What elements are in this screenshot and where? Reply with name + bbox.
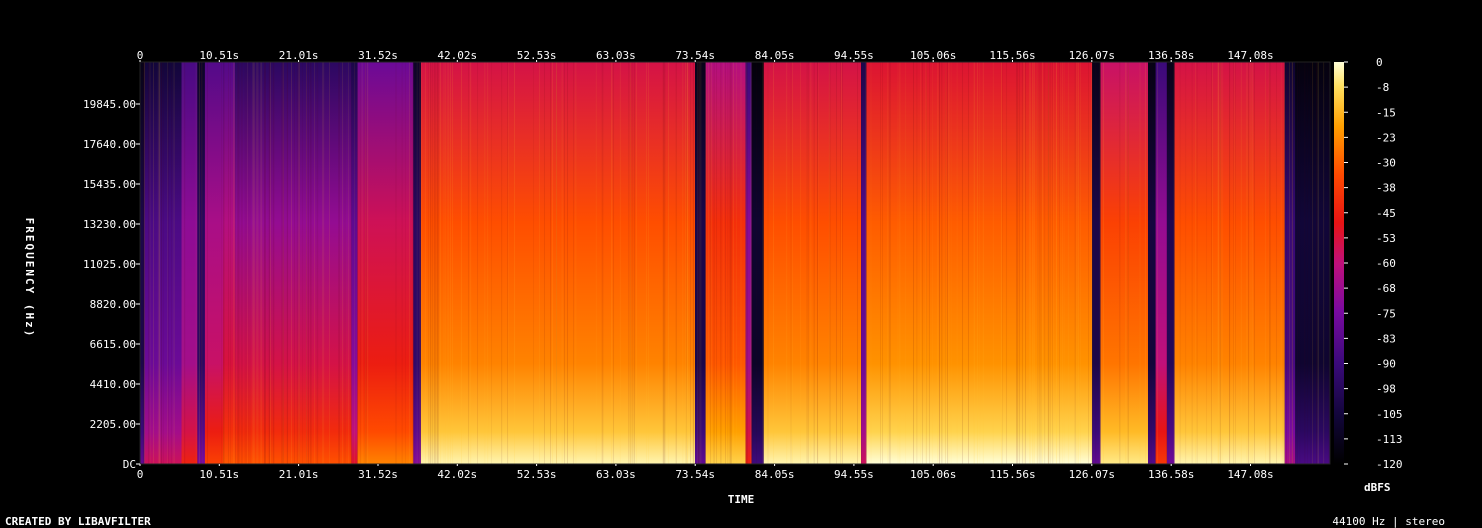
colorbar-gradient (1334, 62, 1344, 464)
colorbar-tick-label: -120 (1376, 458, 1403, 471)
x-tick-label: 105.06s (910, 468, 956, 481)
colorbar-tick-label: -113 (1376, 433, 1403, 446)
x-tick-label: 42.02s (437, 468, 477, 481)
colorbar: 0 -8 -15 -23 -30 -38 -45 -53 -60 -68 -75 -83 -90 -98 -… (1334, 56, 1403, 494)
x-tick-label: 147.08s (1227, 468, 1273, 481)
spectrogram-segment (197, 62, 205, 464)
colorbar-tick-label: -15 (1376, 106, 1396, 119)
colorbar-tick-label: -38 (1376, 182, 1396, 195)
y-axis-title: FREQUENCY (Hz) (23, 218, 36, 339)
y-tick-label: 13230.00 (83, 218, 136, 231)
colorbar-tick-label: -23 (1376, 131, 1396, 144)
spectrogram-segment (866, 62, 1093, 464)
spectrogram-chart: 0 10.51s 21.01s 31.52s 42.02s 52.53s 63.03s 73.… (5, 49, 1445, 528)
x-axis-bottom: 0 10.51s 21.01s 31.52s 42.02s 52.53s 63.03s 73.… (137, 464, 1274, 481)
x-tick-label: 52.53s (517, 468, 557, 481)
x-tick-label: 136.58s (1148, 468, 1194, 481)
x-tick-label: 10.51s (199, 468, 239, 481)
colorbar-tick-label: -75 (1376, 307, 1396, 320)
spectrogram-segment (1148, 62, 1156, 464)
x-tick-label: 126.07s (1069, 468, 1115, 481)
footer-credit: CREATED BY LIBAVFILTER (5, 515, 151, 528)
y-tick-label: 8820.00 (90, 298, 136, 311)
colorbar-tick-label: -105 (1376, 408, 1403, 421)
x-tick-label: 0 (137, 468, 144, 481)
x-tick-label: 94.55s (834, 468, 874, 481)
colorbar-tick-label: -8 (1376, 81, 1389, 94)
x-axis-title: TIME (728, 493, 755, 506)
spectrogram-segment (751, 62, 764, 464)
x-tick-label: 115.56s (989, 468, 1035, 481)
y-tick-label: 11025.00 (83, 258, 136, 271)
y-tick-label: 6615.00 (90, 338, 136, 351)
spectrogram-segment (181, 62, 198, 464)
colorbar-tick-label: 0 (1376, 56, 1383, 69)
x-tick-label: 31.52s (358, 468, 398, 481)
colorbar-tick-label: -30 (1376, 157, 1396, 170)
x-tick-label: 84.05s (755, 468, 795, 481)
footer-sample-info: 44100 Hz | stereo (1332, 515, 1445, 528)
y-tick-label: 17640.00 (83, 138, 136, 151)
y-tick-label: 4410.00 (90, 378, 136, 391)
y-tick-label: 2205.00 (90, 418, 136, 431)
colorbar-tick-label: -98 (1376, 383, 1396, 396)
y-tick-label: 15435.00 (83, 178, 136, 191)
colorbar-tick-label: -45 (1376, 207, 1396, 220)
y-axis: DC 2205.00 4410.00 6615.00 8820.00 11025.00 13… (83, 98, 140, 471)
colorbar-tick-label: -83 (1376, 332, 1396, 345)
x-axis-top: 0 10.51s 21.01s 31.52s 42.02s 52.53s 63.03s 73.… (137, 49, 1274, 62)
y-tick-label: 19845.00 (83, 98, 136, 111)
colorbar-label: dBFS (1364, 481, 1391, 494)
spectrogram-segment (1092, 62, 1101, 464)
plot-area (139, 61, 1331, 465)
spectrogram-segment (763, 62, 862, 464)
spectrogram-segment (420, 62, 695, 464)
x-tick-label: 63.03s (596, 468, 636, 481)
x-tick-label: 21.01s (279, 468, 319, 481)
x-tick-label: 73.54s (675, 468, 715, 481)
y-tick-label: DC (123, 458, 136, 471)
colorbar-tick-label: -60 (1376, 257, 1396, 270)
spectrogram-segment (1100, 62, 1149, 464)
colorbar-tick-label: -90 (1376, 358, 1396, 371)
colorbar-tick-label: -68 (1376, 282, 1396, 295)
colorbar-tick-label: -53 (1376, 232, 1396, 245)
spectrogram-segment (695, 62, 706, 464)
